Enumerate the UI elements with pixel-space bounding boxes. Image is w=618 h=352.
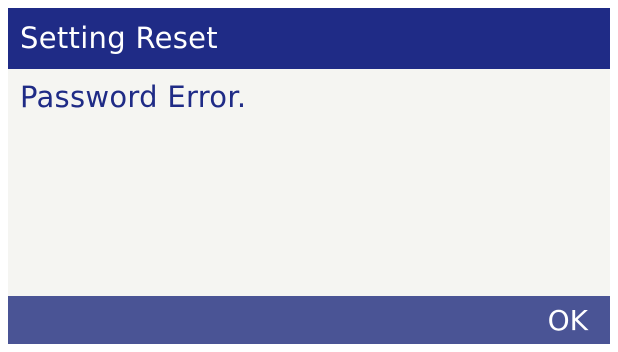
- title-bar: Setting Reset: [8, 8, 610, 69]
- softkey-bar: OK: [8, 296, 610, 344]
- message-area: Password Error.: [8, 69, 610, 296]
- ok-softkey[interactable]: OK: [510, 296, 610, 344]
- phone-display-screen: Setting Reset Password Error. OK: [0, 0, 618, 352]
- screen-title: Setting Reset: [20, 21, 218, 55]
- error-message: Password Error.: [20, 80, 247, 114]
- ok-softkey-label: OK: [547, 304, 588, 337]
